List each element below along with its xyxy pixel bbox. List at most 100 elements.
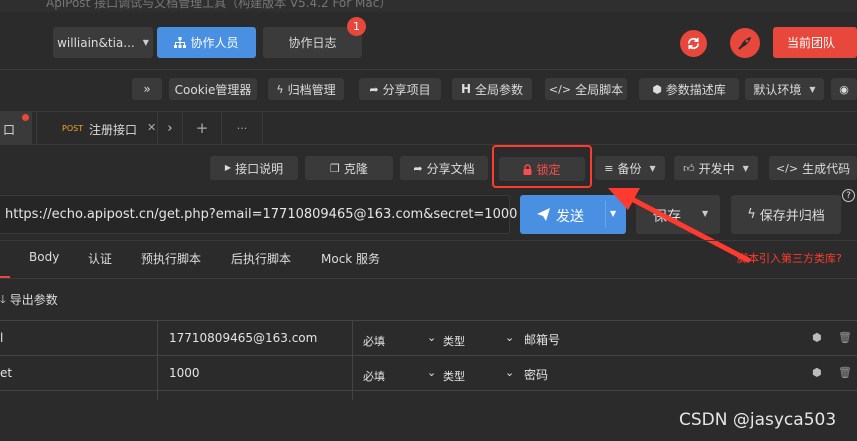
chevron-down-icon: ▼: [649, 163, 656, 173]
eye-icon: ◉: [839, 82, 849, 96]
collaborators-button[interactable]: 协作人员: [157, 27, 256, 58]
type-chevron-icon[interactable]: ⌄: [505, 331, 514, 344]
notification-badge: 1: [347, 17, 366, 36]
param-desc-lib-label: 参数描述库: [665, 82, 726, 97]
subtab-pre-script[interactable]: 预执行脚本: [141, 250, 201, 267]
user-dropdown[interactable]: williain&tia... ▼: [53, 27, 153, 58]
help-label: ?: [846, 190, 851, 201]
header-divider: [0, 69, 857, 70]
param-key[interactable]: l: [0, 331, 3, 345]
annotation-text: 脚本引入第三方类库?: [737, 252, 842, 265]
param-required[interactable]: 必填: [363, 368, 385, 384]
backup-dropdown[interactable]: ≡ 备份 ▼: [595, 156, 665, 180]
archive-manage-label: 归档管理: [287, 82, 336, 97]
param-desc[interactable]: 密码: [524, 366, 548, 383]
table-bottom-border: [0, 390, 857, 391]
status-label: 开发中: [698, 161, 735, 176]
share-doc-button[interactable]: ➦ 分享文档: [400, 156, 488, 180]
collaborators-label: 协作人员: [190, 36, 239, 50]
param-type[interactable]: 类型: [443, 368, 465, 384]
share-icon: ➦: [413, 161, 423, 175]
cookie-manager-label: Cookie管理器: [174, 82, 252, 97]
param-desc-lib-button[interactable]: ⬢ 参数描述库: [639, 78, 739, 100]
tab-active[interactable]: 口: [0, 112, 32, 144]
required-chevron-icon[interactable]: ⌄: [427, 366, 436, 379]
current-team-button[interactable]: 当前团队: [773, 27, 857, 58]
param-desc[interactable]: 邮箱号: [524, 331, 560, 348]
param-type[interactable]: 类型: [443, 333, 465, 349]
default-env-label: 默认环境: [753, 82, 802, 97]
cube-icon[interactable]: ⬢: [812, 366, 822, 379]
expand-toolbar-button[interactable]: »: [132, 78, 162, 100]
global-script-label: 全局脚本: [575, 82, 624, 97]
trash-icon[interactable]: 🗑︎: [838, 366, 852, 379]
rocket-icon[interactable]: [730, 28, 760, 58]
paper-plane-icon: [537, 208, 550, 221]
clone-label: 克隆: [343, 161, 368, 176]
share-project-button[interactable]: ➦ 分享项目: [359, 78, 441, 100]
export-params-label: 导出参数: [9, 293, 58, 307]
cube-icon: ⬢: [652, 82, 662, 96]
highlight-box: [492, 145, 592, 188]
share-icon: ➦: [369, 82, 379, 96]
add-tab-label: +: [195, 119, 209, 137]
chevron-down-icon: ▼: [742, 163, 749, 173]
user-dropdown-label: williain&tia...: [57, 35, 135, 50]
global-params-button[interactable]: H 全局参数: [452, 78, 532, 100]
heading-icon: H: [460, 82, 472, 96]
window-title: ApiPost 接口调试与文档管理工具（构建版本 V5.4.2 For Mac）: [46, 0, 392, 10]
default-env-select[interactable]: 默认环境 ▼: [745, 78, 824, 100]
help-icon[interactable]: ?: [842, 189, 855, 202]
subtabs-bottom-divider: [0, 278, 857, 279]
url-input[interactable]: https://echo.apipost.cn/get.php?email=17…: [0, 195, 517, 234]
subtab-post-script[interactable]: 后执行脚本: [231, 250, 291, 267]
send-label: 发送: [556, 209, 584, 225]
annotation-arrow: [608, 188, 751, 263]
sitemap-icon: [174, 37, 187, 48]
watermark: CSDN @jasyca503: [679, 410, 837, 430]
subtab-body[interactable]: Body: [29, 250, 59, 264]
collab-log-button[interactable]: 协作日志: [263, 27, 362, 58]
required-chevron-icon[interactable]: ⌄: [427, 331, 436, 344]
subtabs-top-divider: [0, 240, 857, 241]
table-row: et 1000 必填 ⌄ 类型 ⌄ 密码 ⬢ 🗑︎: [0, 356, 857, 390]
sync-icon[interactable]: [680, 30, 707, 57]
archive-manage-button[interactable]: ϟ 归档管理: [268, 78, 344, 100]
share-project-label: 分享项目: [382, 82, 431, 97]
thumbs-up-icon: 👍︎: [683, 161, 695, 175]
param-value[interactable]: 1000: [169, 366, 200, 380]
more-tabs-button[interactable]: ···: [221, 112, 263, 144]
tab-scroll-chevron-icon[interactable]: ›: [158, 112, 182, 144]
param-required[interactable]: 必填: [363, 333, 385, 349]
trash-icon[interactable]: 🗑︎: [838, 331, 852, 344]
code-icon: </>: [775, 161, 799, 175]
subtab-mock[interactable]: Mock 服务: [321, 250, 380, 267]
collab-log-label: 协作日志: [288, 36, 337, 50]
eye-button[interactable]: ◉: [831, 78, 857, 100]
gen-code-label: 生成代码: [802, 161, 851, 176]
global-script-button[interactable]: </> 全局脚本: [545, 78, 627, 100]
window-title-bar: ApiPost 接口调试与文档管理工具（构建版本 V5.4.2 For Mac）: [0, 0, 857, 12]
close-tab-icon[interactable]: ✕: [147, 121, 156, 134]
api-doc-label: 接口说明: [235, 161, 284, 176]
code-icon: </>: [548, 82, 572, 96]
status-dropdown[interactable]: 👍︎ 开发中 ▼: [674, 156, 758, 180]
type-chevron-icon[interactable]: ⌄: [505, 366, 514, 379]
notification-count: 1: [353, 20, 360, 33]
save-archive-label: 保存并归档: [759, 209, 825, 224]
export-params-button[interactable]: 🡓 导出参数: [0, 291, 58, 308]
chevron-down-icon: ▼: [809, 84, 816, 94]
clone-button[interactable]: ❐ 克隆: [305, 156, 393, 180]
param-value[interactable]: 17710809465@163.com: [169, 331, 317, 345]
tab-register[interactable]: POST 注册接口 ✕: [36, 112, 158, 144]
subtab-auth[interactable]: 认证: [88, 250, 112, 267]
arrow-down-icon: 🡓: [0, 293, 6, 306]
tabs-bottom-divider: [0, 144, 857, 145]
cube-icon[interactable]: ⬢: [812, 331, 822, 344]
add-tab-button[interactable]: +: [182, 112, 221, 144]
gen-code-button[interactable]: </> 生成代码: [769, 156, 857, 180]
cookie-manager-button[interactable]: Cookie管理器: [169, 78, 257, 100]
api-doc-button[interactable]: ▶ 接口说明: [210, 156, 298, 180]
more-tabs-label: ···: [236, 121, 248, 135]
param-key[interactable]: et: [0, 366, 12, 380]
